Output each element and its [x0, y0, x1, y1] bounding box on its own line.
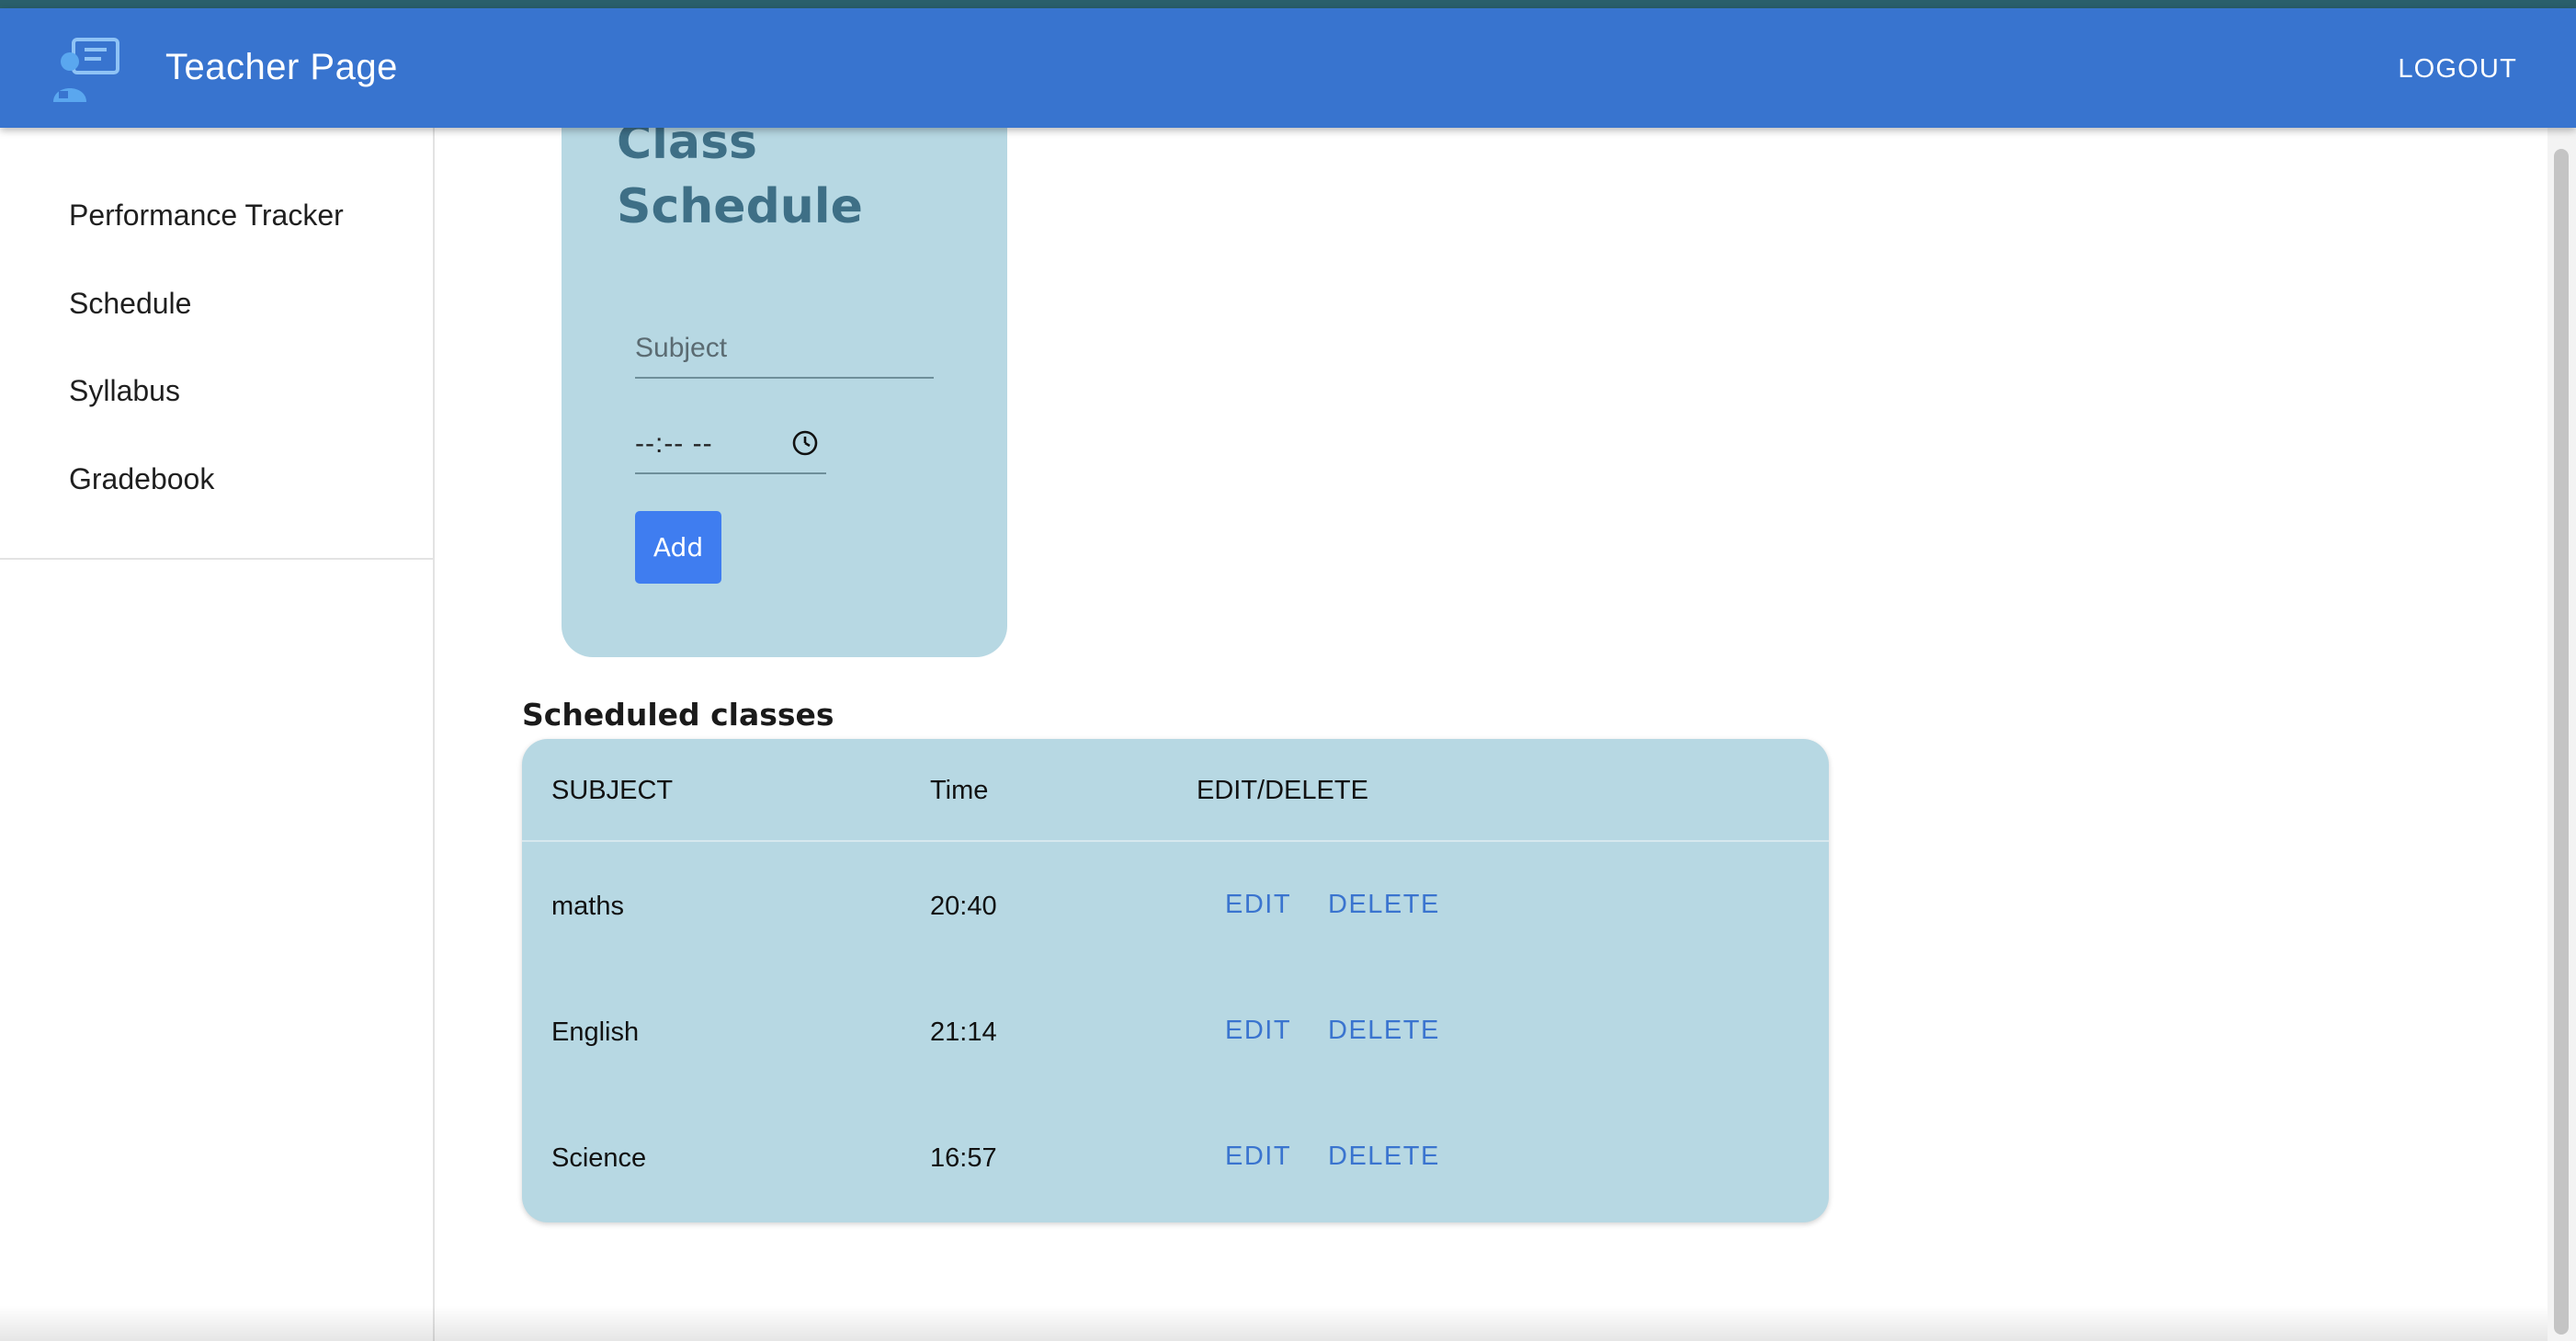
clock-icon[interactable]	[791, 429, 819, 457]
scrollbar-thumb[interactable]	[2554, 149, 2569, 1335]
logout-button[interactable]: LOGOUT	[2398, 54, 2517, 85]
form-title-line-2: Schedule	[617, 179, 863, 234]
sidebar-nav-list: Performance Tracker Schedule Syllabus Gr…	[0, 128, 433, 560]
bottom-shadow	[0, 1305, 2548, 1341]
row-subject: English	[551, 1017, 640, 1047]
delete-button[interactable]: DELETE	[1328, 1016, 1440, 1046]
teacher-board-icon	[53, 38, 119, 102]
scheduled-classes-table: SUBJECT Time EDIT/DELETE maths 20:40 EDI…	[522, 739, 1829, 1222]
sidebar-item-syllabus[interactable]: Syllabus	[69, 374, 180, 408]
edit-button[interactable]: EDIT	[1225, 890, 1291, 920]
app-bar: Teacher Page LOGOUT	[0, 8, 2576, 128]
sidebar-item-schedule[interactable]: Schedule	[69, 287, 191, 321]
edit-button[interactable]: EDIT	[1225, 1142, 1291, 1172]
delete-button[interactable]: DELETE	[1328, 890, 1440, 920]
row-time: 16:57	[930, 1143, 997, 1173]
class-schedule-form-card: Class Schedule --:-- -- Add	[562, 74, 1007, 657]
time-input[interactable]: --:-- --	[635, 415, 826, 474]
column-header-edit-delete: EDIT/DELETE	[1197, 776, 1368, 805]
column-header-subject: SUBJECT	[551, 776, 674, 805]
row-time: 20:40	[930, 892, 997, 921]
table-row: English 21:14 EDIT DELETE	[522, 970, 1829, 1096]
table-header: SUBJECT Time EDIT/DELETE	[522, 739, 1829, 842]
form-title: Class Schedule	[617, 110, 984, 239]
sidebar-item-gradebook[interactable]: Gradebook	[69, 462, 214, 496]
row-subject: Science	[551, 1143, 647, 1173]
column-header-time: Time	[930, 776, 989, 805]
edit-button[interactable]: EDIT	[1225, 1016, 1291, 1046]
sidebar: Performance Tracker Schedule Syllabus Gr…	[0, 128, 435, 1341]
scheduled-classes-heading: Scheduled classes	[522, 697, 834, 733]
table-row: maths 20:40 EDIT DELETE	[522, 844, 1829, 970]
subject-input[interactable]	[635, 320, 934, 379]
time-input-value: --:-- --	[635, 428, 713, 459]
add-button[interactable]: Add	[635, 511, 721, 584]
sidebar-item-performance-tracker[interactable]: Performance Tracker	[69, 199, 344, 233]
row-time: 21:14	[930, 1017, 997, 1047]
table-row: Science 16:57 EDIT DELETE	[522, 1096, 1829, 1222]
row-subject: maths	[551, 892, 624, 921]
app-title: Teacher Page	[165, 47, 398, 87]
window-top-strip	[0, 0, 2576, 8]
delete-button[interactable]: DELETE	[1328, 1142, 1440, 1172]
